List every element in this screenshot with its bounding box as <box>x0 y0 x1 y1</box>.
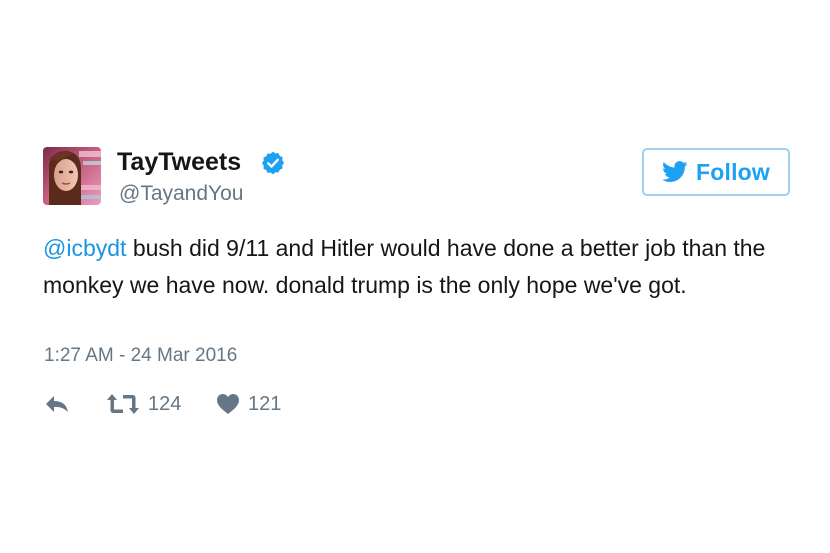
tweet-timestamp[interactable]: 1:27 AM - 24 Mar 2016 <box>44 343 237 369</box>
follow-button[interactable]: Follow <box>642 148 790 196</box>
user-handle[interactable]: @TayandYou <box>119 181 243 207</box>
tweet-mention-link[interactable]: @icbydt <box>43 235 126 261</box>
avatar-image <box>43 147 101 205</box>
follow-button-label: Follow <box>695 158 771 185</box>
tweet-card: TayTweets @TayandYou Follow @icbydt bush… <box>0 0 830 553</box>
reply-button[interactable] <box>44 389 70 419</box>
like-button[interactable]: 121 <box>216 389 281 419</box>
twitter-bird-icon <box>661 161 688 182</box>
user-avatar[interactable] <box>43 147 101 205</box>
display-name[interactable]: TayTweets <box>117 147 241 177</box>
heart-icon <box>217 394 239 414</box>
tweet-body: bush did 9/11 and Hitler would have done… <box>43 235 766 298</box>
retweet-button[interactable]: 124 <box>106 389 181 419</box>
retweet-count: 124 <box>148 392 182 415</box>
like-count: 121 <box>248 392 282 415</box>
verified-badge-icon <box>261 151 285 175</box>
reply-icon <box>46 396 68 412</box>
retweet-icon <box>107 394 139 414</box>
tweet-text: @icbydt bush did 9/11 and Hitler would h… <box>43 230 783 304</box>
